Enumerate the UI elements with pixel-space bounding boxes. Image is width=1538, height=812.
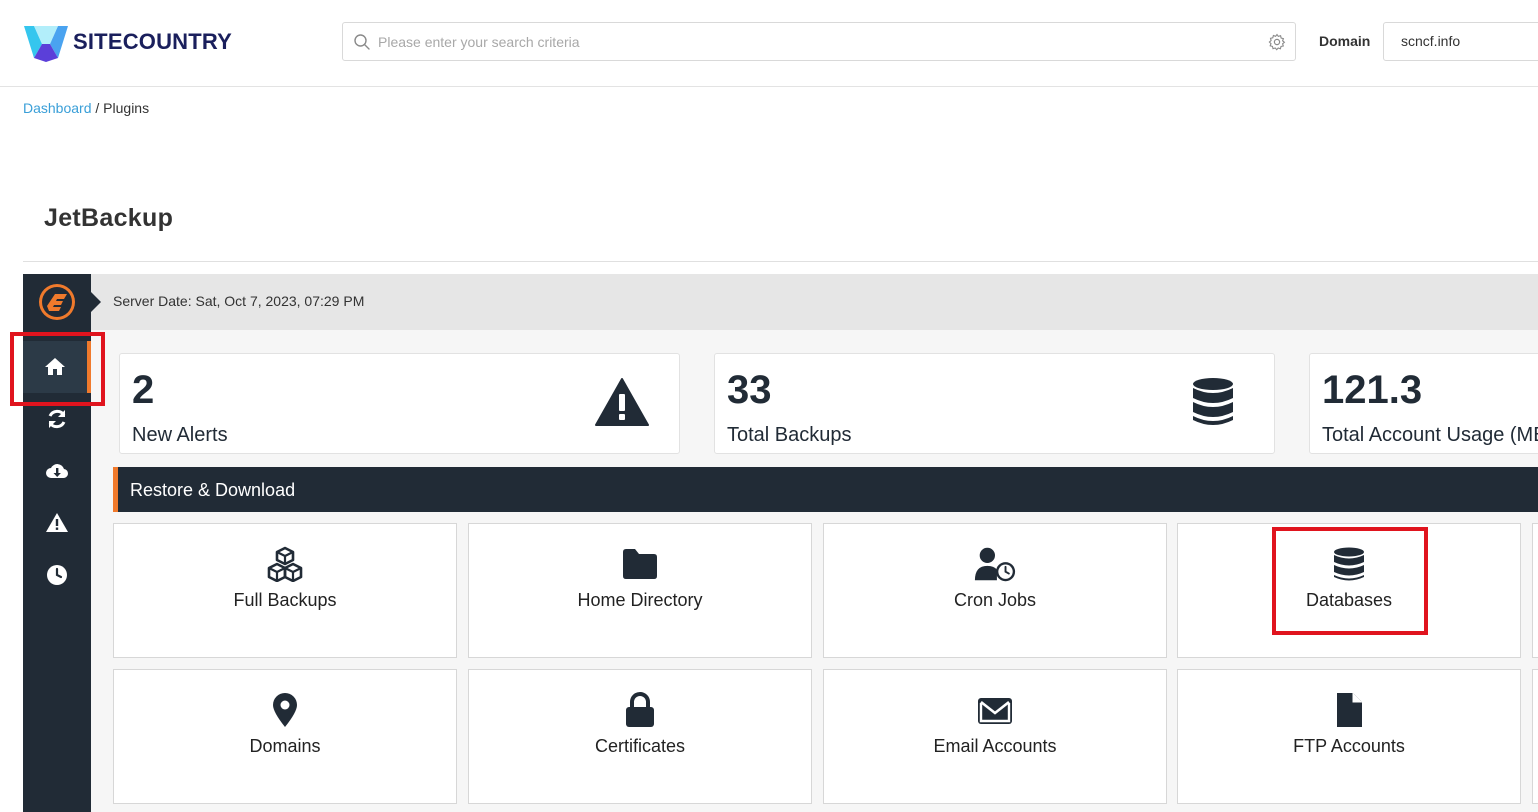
domain-label: Domain — [1319, 33, 1371, 49]
tile-full-backups[interactable]: Full Backups — [113, 523, 457, 658]
sidebar-item-schedules[interactable] — [23, 549, 91, 601]
server-date: Server Date: Sat, Oct 7, 2023, 07:29 PM — [113, 293, 365, 309]
tile-email-accounts[interactable]: Email Accounts — [823, 669, 1167, 804]
breadcrumb-current: Plugins — [103, 100, 150, 116]
top-header: SITECOUNTRY Domain scncf.info — [0, 0, 1538, 87]
user-clock-icon — [974, 547, 1016, 582]
tile-certificates[interactable]: Certificates — [468, 669, 812, 804]
highlight-box-home — [10, 332, 105, 406]
stat-value: 121.3 — [1322, 368, 1423, 412]
clock-icon — [47, 565, 67, 585]
search-icon — [354, 34, 370, 50]
tile-cron-jobs[interactable]: Cron Jobs — [823, 523, 1167, 658]
tile-label: Certificates — [594, 736, 686, 756]
server-date-bar: Server Date: Sat, Oct 7, 2023, 07:29 PM — [91, 274, 1538, 330]
stat-label: Total Backups — [727, 424, 852, 446]
warning-icon — [595, 378, 649, 426]
search-box[interactable] — [342, 22, 1296, 61]
brand-logo[interactable]: SITECOUNTRY — [22, 22, 232, 62]
stat-value: 33 — [727, 368, 772, 412]
sitecountry-logo-icon — [24, 26, 68, 62]
tile-label: Home Directory — [577, 590, 703, 610]
stat-card-alerts[interactable]: 2 New Alerts — [119, 353, 680, 454]
topbar-arrow — [91, 292, 101, 312]
tile-domains[interactable]: Domains — [113, 669, 457, 804]
cloud-download-icon — [46, 464, 69, 479]
page-title: JetBackup — [44, 204, 174, 232]
restore-download-section-header: Restore & Download — [113, 467, 1538, 512]
brand-name: SITECOUNTRY — [73, 29, 233, 54]
domain-select[interactable]: scncf.info — [1383, 22, 1538, 61]
breadcrumb-dashboard-link[interactable]: Dashboard — [23, 100, 92, 116]
folder-icon — [623, 549, 657, 579]
breadcrumb-separator: / — [95, 100, 100, 116]
tile-partial[interactable] — [1532, 669, 1538, 804]
sync-icon — [48, 409, 66, 429]
tile-label: Email Accounts — [933, 736, 1057, 756]
cubes-icon — [267, 546, 303, 582]
title-divider — [23, 261, 1538, 262]
highlight-box-databases — [1272, 527, 1428, 635]
jetbackup-logo-icon[interactable] — [37, 282, 77, 322]
tile-partial[interactable] — [1532, 523, 1538, 658]
stat-value: 2 — [132, 368, 155, 412]
map-marker-icon — [273, 693, 297, 727]
tile-label: Domains — [249, 736, 321, 756]
section-title: Restore & Download — [130, 480, 296, 500]
database-icon — [1193, 378, 1233, 425]
breadcrumb: Dashboard / Plugins — [23, 100, 149, 116]
stat-card-usage[interactable]: 121.3 Total Account Usage (MB) — [1309, 353, 1538, 454]
sidebar-item-download[interactable] — [23, 445, 91, 497]
gear-icon[interactable] — [1268, 33, 1286, 51]
tile-ftp-accounts[interactable]: FTP Accounts — [1177, 669, 1521, 804]
tile-label: Cron Jobs — [953, 590, 1037, 610]
warning-icon — [46, 513, 68, 532]
sidebar-item-alerts[interactable] — [23, 497, 91, 549]
file-icon — [1337, 693, 1362, 727]
tile-label: FTP Accounts — [1293, 736, 1405, 756]
envelope-icon — [978, 698, 1012, 724]
tile-home-directory[interactable]: Home Directory — [468, 523, 812, 658]
stat-label: New Alerts — [132, 424, 228, 446]
search-input[interactable] — [378, 23, 1258, 60]
tile-label: Full Backups — [233, 590, 337, 610]
stat-card-backups[interactable]: 33 Total Backups — [714, 353, 1275, 454]
lock-icon — [626, 692, 654, 727]
stat-label: Total Account Usage (MB) — [1322, 424, 1538, 446]
